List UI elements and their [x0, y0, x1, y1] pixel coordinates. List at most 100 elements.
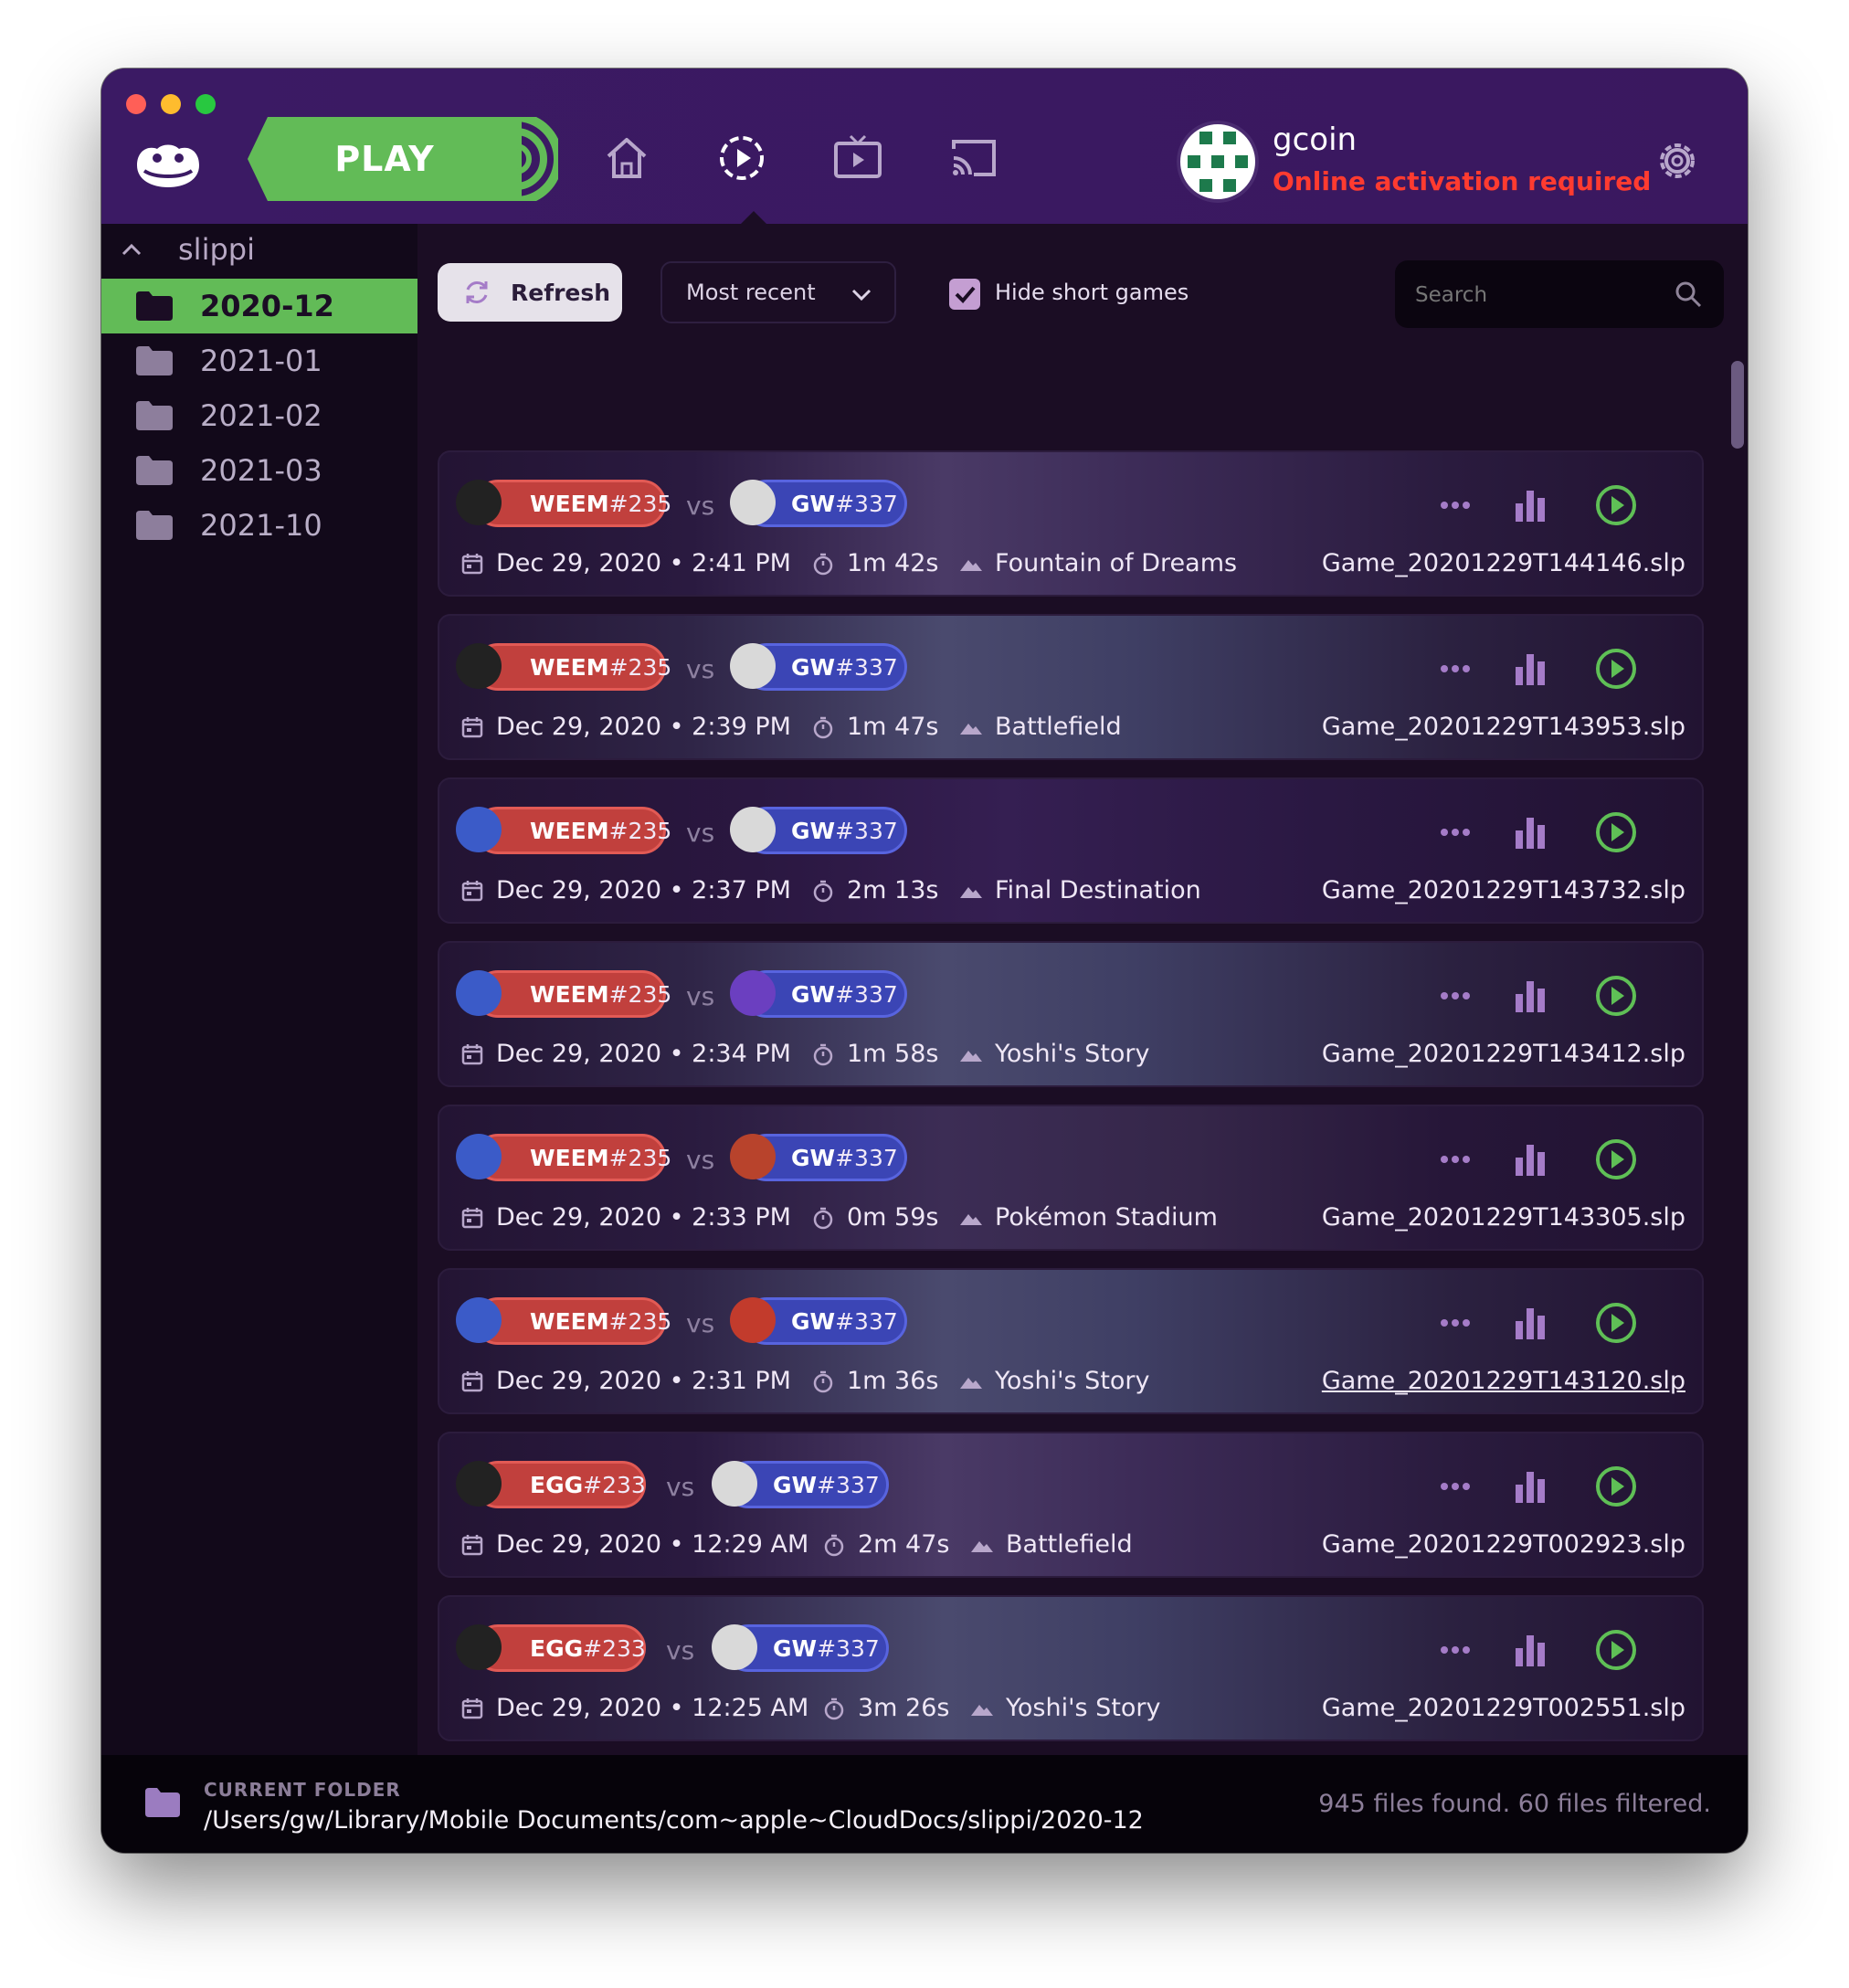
replay-filename[interactable]: Game_20201229T002551.slp	[1322, 1694, 1685, 1722]
stage-icon	[960, 1377, 982, 1389]
folder-item-2021-10[interactable]: 2021-10	[101, 498, 417, 553]
more-options-icon[interactable]	[1433, 1301, 1477, 1345]
close-window-button[interactable]	[126, 94, 146, 114]
folder-item-2020-12[interactable]: 2020-12	[101, 279, 417, 333]
p1-tag[interactable]: WEEM #235	[474, 643, 671, 691]
date-text: Dec 29, 2020 • 12:29 AM	[496, 1530, 809, 1559]
play-replay-icon[interactable]	[1594, 1628, 1638, 1672]
p1-tag[interactable]: WEEM #235	[474, 1297, 671, 1345]
play-replay-icon[interactable]	[1594, 483, 1638, 527]
replay-duration: 1m 42s	[810, 549, 939, 577]
folder-tree-root[interactable]: slippi	[101, 224, 417, 275]
stage-text: Yoshi's Story	[995, 1367, 1150, 1395]
scrollbar-thumb[interactable]	[1731, 361, 1744, 449]
refresh-button[interactable]: Refresh	[438, 263, 622, 322]
cast-icon[interactable]	[946, 131, 1001, 185]
timer-icon	[813, 880, 833, 902]
p2-name: GW	[773, 1471, 818, 1498]
replays-icon[interactable]	[714, 131, 769, 185]
hide-short-games-label[interactable]: Hide short games	[995, 280, 1189, 305]
spectate-tv-icon[interactable]	[830, 131, 885, 185]
p1-tag[interactable]: WEEM #235	[474, 1134, 671, 1181]
p1-code: #235	[608, 653, 672, 681]
replay-card[interactable]: WEEM #235 vs GW #337 Dec 29, 2020 • 2:33 PM 0m…	[438, 1105, 1704, 1251]
chevron-up-icon[interactable]	[118, 236, 145, 263]
replay-duration: 3m 26s	[821, 1694, 950, 1722]
gear-icon[interactable]	[1653, 136, 1702, 185]
stats-icon[interactable]	[1508, 974, 1552, 1018]
vs-label: vs	[686, 491, 715, 521]
p1-name: EGG	[530, 1471, 584, 1498]
replay-card[interactable]: WEEM #235 vs GW #337 Dec 29, 2020 • 2:31 PM 1m…	[438, 1268, 1704, 1414]
stats-icon[interactable]	[1508, 647, 1552, 691]
top-bar: PLAY gcoin Online activation required	[101, 69, 1748, 224]
play-replay-icon[interactable]	[1594, 810, 1638, 854]
replay-filename[interactable]: Game_20201229T143732.slp	[1322, 876, 1685, 904]
stats-icon[interactable]	[1508, 1137, 1552, 1181]
stats-icon[interactable]	[1508, 810, 1552, 854]
more-options-icon[interactable]	[1433, 483, 1477, 527]
replay-filename[interactable]: Game_20201229T143412.slp	[1322, 1040, 1685, 1068]
timer-icon	[813, 553, 833, 575]
play-replay-icon[interactable]	[1594, 1465, 1638, 1508]
replay-date: Dec 29, 2020 • 2:34 PM	[460, 1040, 791, 1068]
more-options-icon[interactable]	[1433, 974, 1477, 1018]
replay-filename[interactable]: Game_20201229T143305.slp	[1322, 1203, 1685, 1232]
username[interactable]: gcoin	[1273, 122, 1357, 158]
replay-filename[interactable]: Game_20201229T143953.slp	[1322, 713, 1685, 741]
timer-icon	[813, 716, 833, 738]
more-options-icon[interactable]	[1433, 810, 1477, 854]
play-replay-icon[interactable]	[1594, 647, 1638, 691]
folder-label: 2021-02	[200, 398, 322, 433]
zoom-window-button[interactable]	[195, 94, 216, 114]
p2-name: GW	[791, 817, 836, 844]
hide-short-games-checkbox[interactable]	[949, 279, 980, 310]
minimize-window-button[interactable]	[161, 94, 181, 114]
avatar[interactable]	[1177, 121, 1259, 203]
replay-card[interactable]: WEEM #235 vs GW #337 Dec 29, 2020 • 2:34 PM 1m…	[438, 941, 1704, 1087]
replay-filename[interactable]: Game_20201229T144146.slp	[1322, 549, 1685, 577]
home-icon[interactable]	[599, 131, 654, 185]
more-options-icon[interactable]	[1433, 1465, 1477, 1508]
play-replay-icon[interactable]	[1594, 974, 1638, 1018]
date-text: Dec 29, 2020 • 2:33 PM	[496, 1203, 791, 1232]
play-button[interactable]: PLAY	[248, 117, 558, 201]
p1-code: #235	[608, 817, 672, 844]
play-replay-icon[interactable]	[1594, 1301, 1638, 1345]
duration-text: 1m 58s	[847, 1040, 939, 1068]
stage-icon	[960, 1213, 982, 1225]
more-options-icon[interactable]	[1433, 1628, 1477, 1672]
p1-character-icon	[456, 807, 502, 852]
more-options-icon[interactable]	[1433, 647, 1477, 691]
play-replay-icon[interactable]	[1594, 1137, 1638, 1181]
search-input[interactable]	[1413, 275, 1654, 315]
p1-tag[interactable]: WEEM #235	[474, 480, 671, 527]
stage-icon	[960, 559, 982, 571]
p1-name: WEEM	[530, 1144, 609, 1171]
replay-card[interactable]: EGG #233 vs GW #337 Dec 29, 2020 • 12:25 AM 3m…	[438, 1595, 1704, 1741]
p1-name: EGG	[530, 1634, 584, 1662]
current-folder-label: CURRENT FOLDER	[204, 1779, 401, 1801]
replay-card[interactable]: WEEM #235 vs GW #337 Dec 29, 2020 • 2:37 PM 2m…	[438, 777, 1704, 924]
stats-icon[interactable]	[1508, 1465, 1552, 1508]
folder-item-2021-01[interactable]: 2021-01	[101, 333, 417, 388]
replay-card[interactable]: WEEM #235 vs GW #337 Dec 29, 2020 • 2:41 PM 1m…	[438, 450, 1704, 597]
replay-card[interactable]: EGG #233 vs GW #337 Dec 29, 2020 • 12:29 AM 2m…	[438, 1432, 1704, 1578]
stats-icon[interactable]	[1508, 1628, 1552, 1672]
stats-icon[interactable]	[1508, 483, 1552, 527]
replay-filename[interactable]: Game_20201229T002923.slp	[1322, 1530, 1685, 1559]
duration-text: 1m 42s	[847, 549, 939, 577]
p2-name: GW	[791, 653, 836, 681]
sort-select[interactable]: Most recent	[660, 261, 896, 323]
replay-card[interactable]: WEEM #235 vs GW #337 Dec 29, 2020 • 2:39 PM 1m…	[438, 614, 1704, 760]
more-options-icon[interactable]	[1433, 1137, 1477, 1181]
p1-tag[interactable]: WEEM #235	[474, 807, 671, 854]
folder-item-2021-02[interactable]: 2021-02	[101, 388, 417, 443]
stats-icon[interactable]	[1508, 1301, 1552, 1345]
folder-item-2021-03[interactable]: 2021-03	[101, 443, 417, 498]
search-icon[interactable]	[1673, 279, 1704, 310]
calendar-icon	[461, 1697, 483, 1718]
p1-tag[interactable]: WEEM #235	[474, 970, 671, 1018]
replay-filename[interactable]: Game_20201229T143120.slp	[1322, 1367, 1685, 1395]
p1-name: WEEM	[530, 490, 609, 517]
